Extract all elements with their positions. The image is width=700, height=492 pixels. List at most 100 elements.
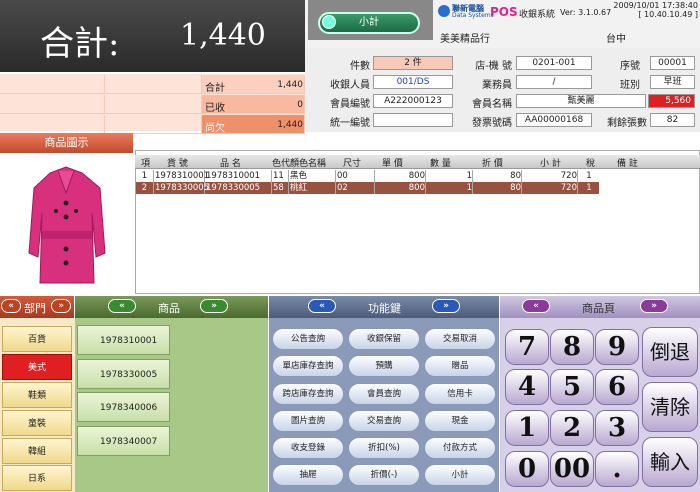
jacket-image [28, 166, 106, 284]
key-0[interactable]: 0 [505, 451, 549, 487]
function-button[interactable]: 跨店庫存查詢 [272, 383, 344, 405]
table-row[interactable]: 1 1978310001 1978310001 11 黑色 00 800 1 8… [136, 170, 599, 182]
col-header: 項 [141, 159, 151, 169]
cell-sku: 1978330005 [155, 182, 210, 194]
brand-logo-icon [438, 5, 450, 17]
key-dot[interactable]: . [595, 451, 639, 487]
key-5[interactable]: 5 [550, 369, 594, 405]
branch-name: 台中 [606, 34, 626, 45]
cell-size: 00 [337, 170, 375, 182]
col-header: 數 量 [430, 159, 451, 169]
invoice-field: AA00000168 [516, 113, 592, 127]
key-3[interactable]: 3 [595, 410, 639, 446]
clear-button[interactable]: 清除 [642, 382, 698, 432]
key-7[interactable]: 7 [505, 329, 549, 365]
cell-tax: 1 [586, 183, 592, 193]
total-value: 1,440 [180, 18, 266, 53]
page-prev-button[interactable]: « [522, 299, 550, 313]
page-next-button[interactable]: » [640, 299, 668, 313]
dept-item[interactable]: 百貨 [2, 326, 72, 352]
cell-name: 1978310001 [206, 170, 272, 182]
seq-label: 序號 [620, 61, 640, 72]
function-button[interactable]: 信用卡 [424, 383, 496, 405]
member-name-field: 甄美麗 [516, 94, 646, 108]
remaining-field: 82 [650, 113, 695, 127]
member-no-label: 會員編號 [330, 99, 370, 110]
dept-item[interactable]: 日系 [2, 465, 72, 491]
dept-prev-button[interactable]: « [1, 299, 21, 313]
dept-item[interactable]: 韓組 [2, 438, 72, 464]
shift-field: 早班 [650, 75, 695, 89]
product-next-button[interactable]: » [200, 299, 228, 313]
dept-title: 部門 [24, 302, 46, 315]
brand-subtitle: Data Systems [452, 12, 494, 19]
key-8[interactable]: 8 [550, 329, 594, 365]
product-item[interactable]: 1978340007 [77, 426, 170, 456]
backspace-button[interactable]: 倒退 [642, 327, 698, 377]
cell-color-name: 桃紅 [290, 182, 336, 194]
function-button[interactable]: 圖片查詢 [272, 410, 344, 432]
member-name-label: 會員名稱 [472, 99, 512, 110]
member-points-field: 5,560 [648, 94, 695, 108]
datetime-label: 2009/10/01 17:38:40 [613, 1, 698, 10]
cell-discount: 80 [474, 170, 522, 182]
product-prev-button[interactable]: « [108, 299, 136, 313]
product-item[interactable]: 1978330005 [77, 359, 170, 389]
key-4[interactable]: 4 [505, 369, 549, 405]
function-button[interactable]: 公告查詢 [272, 328, 344, 350]
summary-row: 合計 1,440 [0, 75, 305, 94]
function-button[interactable]: 小計 [424, 464, 496, 486]
function-button[interactable]: 折扣(%) [348, 437, 420, 459]
function-button[interactable]: 贈品 [424, 355, 496, 377]
key-6[interactable]: 6 [595, 369, 639, 405]
dept-item[interactable]: 鞋類 [2, 382, 72, 408]
col-header: 貨 號 [167, 159, 188, 169]
col-header: 顏色名稱 [290, 159, 327, 169]
tax-id-field[interactable] [373, 113, 453, 127]
function-button[interactable]: 單店庫存查詢 [272, 355, 344, 377]
dept-next-button[interactable]: » [51, 299, 71, 313]
col-header: 備 註 [617, 159, 638, 169]
cell-color-code: 11 [273, 170, 289, 182]
enter-button[interactable]: 輸入 [642, 437, 698, 487]
key-00[interactable]: 00 [550, 451, 594, 487]
cashier-field: 001/DS [373, 75, 453, 89]
cell-index: 2 [136, 182, 154, 194]
dept-item[interactable]: 童裝 [2, 410, 72, 436]
page-title: 商品頁 [582, 302, 615, 315]
store-no-field: 0201-001 [516, 56, 592, 70]
cell-index: 1 [136, 170, 154, 182]
cell-color-code: 58 [273, 182, 289, 194]
function-button[interactable]: 付款方式 [424, 437, 496, 459]
function-button[interactable]: 折價(-) [348, 464, 420, 486]
summary-row: 尚欠 1,440 [0, 115, 305, 134]
count-label: 件數 [350, 61, 370, 72]
function-button[interactable]: 交易查詢 [348, 410, 420, 432]
function-button[interactable]: 會員查詢 [348, 383, 420, 405]
function-button[interactable]: 交易取消 [424, 328, 496, 350]
function-prev-button[interactable]: « [308, 299, 336, 313]
cell-price: 800 [376, 182, 426, 194]
summary-received-label: 已收 [205, 103, 225, 114]
function-button[interactable]: 收銀保留 [348, 328, 420, 350]
version-label: Ver: 3.1.0.67 [560, 8, 612, 17]
function-button[interactable]: 抽屜 [272, 464, 344, 486]
key-2[interactable]: 2 [550, 410, 594, 446]
summary-due-value: 1,440 [277, 120, 303, 130]
pos-subtitle: 收銀系統 [519, 10, 556, 20]
product-item[interactable]: 1978310001 [77, 325, 170, 355]
cell-subtotal: 720 [523, 182, 578, 194]
function-next-button[interactable]: » [432, 299, 460, 313]
product-item[interactable]: 1978340006 [77, 392, 170, 422]
dept-item[interactable]: 美式 [2, 354, 72, 380]
function-button[interactable]: 預購 [348, 355, 420, 377]
sales-field: / [516, 75, 592, 89]
function-button[interactable]: 收支登錄 [272, 437, 344, 459]
key-9[interactable]: 9 [595, 329, 639, 365]
key-1[interactable]: 1 [505, 410, 549, 446]
table-row[interactable]: 2 1978330005 1978330005 58 桃紅 02 800 1 8… [136, 182, 599, 194]
function-button[interactable]: 現金 [424, 410, 496, 432]
remaining-label: 剩餘張數 [607, 118, 647, 129]
col-header: 折 價 [482, 159, 503, 169]
function-title: 功能鍵 [368, 302, 401, 315]
